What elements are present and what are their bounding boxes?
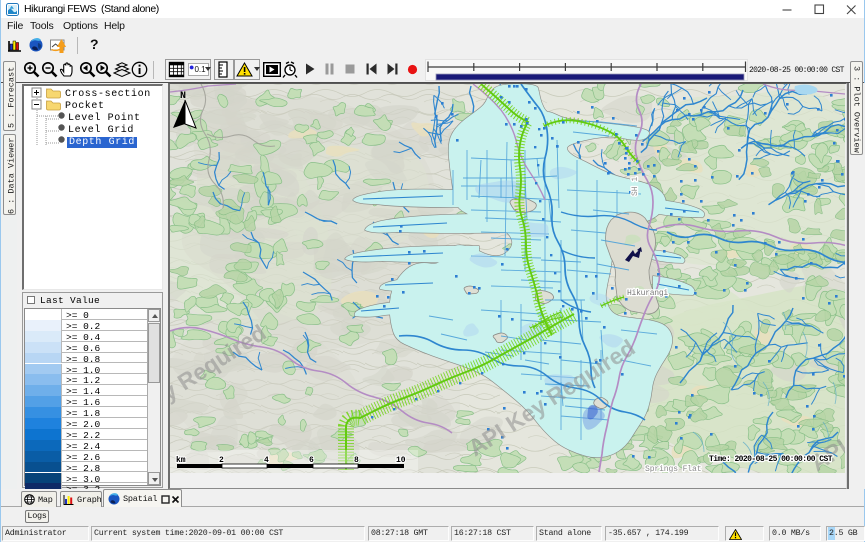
svg-text:SH 1: SH 1 bbox=[631, 177, 640, 196]
svg-text:5 : Forecast: 5 : Forecast bbox=[7, 67, 17, 128]
svg-text:3 : Plot Overview: 3 : Plot Overview bbox=[852, 66, 862, 154]
svg-text:6 : Data Viewer: 6 : Data Viewer bbox=[7, 137, 17, 214]
svg-text:km: km bbox=[176, 456, 186, 465]
svg-text:10: 10 bbox=[396, 456, 406, 465]
svg-text:Time: 2020-08-25 00:00:00 CST: Time: 2020-08-25 00:00:00 CST bbox=[709, 455, 833, 464]
svg-text:Springs Flat: Springs Flat bbox=[645, 465, 701, 473]
svg-text:Hikurangi: Hikurangi bbox=[627, 289, 668, 298]
